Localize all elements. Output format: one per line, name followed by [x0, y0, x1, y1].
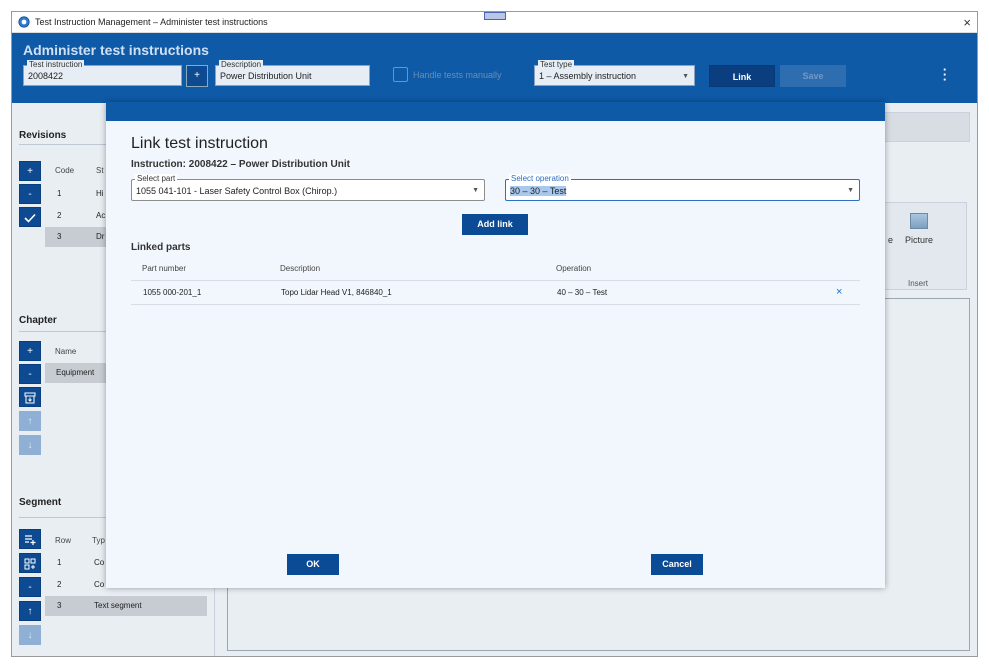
col-part-number: Part number [142, 264, 187, 273]
move-segment-up-button[interactable]: ↑ [19, 601, 41, 621]
select-operation-dropdown[interactable]: Select operation 30 – 30 – Test ▼ [505, 174, 860, 201]
select-part-dropdown[interactable]: Select part 1055 041-101 - Laser Safety … [131, 174, 485, 201]
dialog-subtitle: Instruction: 2008422 – Power Distributio… [131, 159, 350, 170]
ribbon-tab-strip [874, 112, 970, 142]
ribbon-partial-label: e [888, 235, 894, 245]
add-chapter-button[interactable]: + [19, 341, 41, 361]
test-instruction-value: 2008422 [28, 71, 64, 81]
remove-segment-button[interactable]: - [19, 577, 41, 597]
test-instruction-label: Test instruction [27, 60, 85, 69]
segment-row[interactable]: 3 Text segment [45, 596, 207, 616]
move-chapter-up-button[interactable]: ↑ [19, 411, 41, 431]
page-title: Administer test instructions [23, 42, 209, 58]
remove-chapter-button[interactable]: - [19, 364, 41, 384]
insert-picture-button[interactable]: Picture [905, 235, 933, 245]
chevron-down-icon: ▼ [847, 187, 854, 194]
handle-tests-manually-checkbox[interactable] [393, 67, 408, 82]
description-label: Description [219, 60, 264, 69]
dialog-title: Link test instruction [131, 135, 268, 152]
app-window: Test Instruction Management – Administer… [11, 11, 978, 657]
description-field[interactable]: Description Power Distribution Unit [215, 60, 370, 86]
revisions-col-code: Code [55, 166, 75, 175]
insert-group-label: Insert [908, 279, 929, 288]
table-header-divider [131, 280, 860, 281]
table-row-divider [131, 304, 860, 305]
select-operation-label: Select operation [509, 174, 571, 183]
add-revision-button[interactable]: + [19, 161, 41, 181]
ok-button[interactable]: OK [287, 554, 339, 575]
select-operation-value: 30 – 30 – Test [510, 186, 567, 196]
approve-revision-button[interactable] [19, 207, 41, 227]
move-segment-down-button[interactable]: ↓ [19, 625, 41, 645]
chapter-title: Chapter [19, 315, 57, 326]
more-options-icon[interactable]: · · · [942, 63, 948, 86]
select-part-label: Select part [135, 174, 178, 183]
test-instruction-field[interactable]: Test instruction 2008422 [23, 60, 182, 86]
linked-part-operation: 40 – 30 – Test [557, 288, 608, 297]
segment-title: Segment [19, 497, 62, 508]
handle-tests-manually-label: Handle tests manually [413, 70, 502, 80]
picture-icon[interactable] [910, 213, 928, 229]
linked-part-description: Topo Lidar Head V1, 846840_1 [281, 288, 392, 297]
chevron-down-icon: ▼ [682, 73, 689, 80]
window-grip-icon[interactable] [484, 12, 506, 20]
archive-icon [24, 392, 36, 404]
segment-col-row: Row [55, 536, 72, 545]
col-operation: Operation [556, 264, 592, 273]
segment-col-type: Typ [92, 536, 105, 545]
add-grid-icon [24, 558, 36, 570]
linked-parts-title: Linked parts [131, 242, 191, 253]
chapter-col-name: Name [55, 347, 77, 356]
col-description: Description [280, 264, 321, 273]
cancel-button[interactable]: Cancel [651, 554, 703, 575]
close-window-button[interactable]: × [963, 15, 971, 30]
add-grid-segment-button[interactable] [19, 553, 41, 573]
link-button[interactable]: Link [709, 65, 775, 87]
test-type-select[interactable]: Test type 1 – Assembly instruction ▼ [534, 60, 695, 86]
move-chapter-down-button[interactable]: ↓ [19, 435, 41, 455]
page-header: Administer test instructions Test instru… [12, 33, 977, 103]
check-icon [24, 213, 36, 223]
archive-chapter-button[interactable] [19, 387, 41, 407]
revisions-title: Revisions [19, 130, 67, 141]
window-title: Test Instruction Management – Administer… [35, 17, 268, 27]
revisions-col-status: St [96, 166, 104, 175]
new-instruction-button[interactable]: + [186, 65, 208, 87]
dialog-header-bar [106, 102, 885, 121]
app-icon [18, 16, 30, 28]
remove-link-icon[interactable]: × [836, 286, 842, 298]
add-list-icon [25, 535, 36, 545]
add-link-button[interactable]: Add link [462, 214, 528, 235]
title-bar: Test Instruction Management – Administer… [12, 12, 977, 33]
test-type-label: Test type [538, 60, 575, 69]
save-button[interactable]: Save [780, 65, 846, 87]
description-value: Power Distribution Unit [220, 71, 312, 81]
add-segment-button[interactable] [19, 529, 41, 549]
select-part-value: 1055 041-101 - Laser Safety Control Box … [136, 186, 338, 196]
chevron-down-icon: ▼ [472, 187, 479, 194]
linked-part-number: 1055 000-201_1 [143, 288, 202, 297]
link-dialog: Link test instruction Instruction: 20084… [106, 102, 885, 588]
remove-revision-button[interactable]: - [19, 184, 41, 204]
test-type-value: 1 – Assembly instruction [539, 71, 637, 81]
